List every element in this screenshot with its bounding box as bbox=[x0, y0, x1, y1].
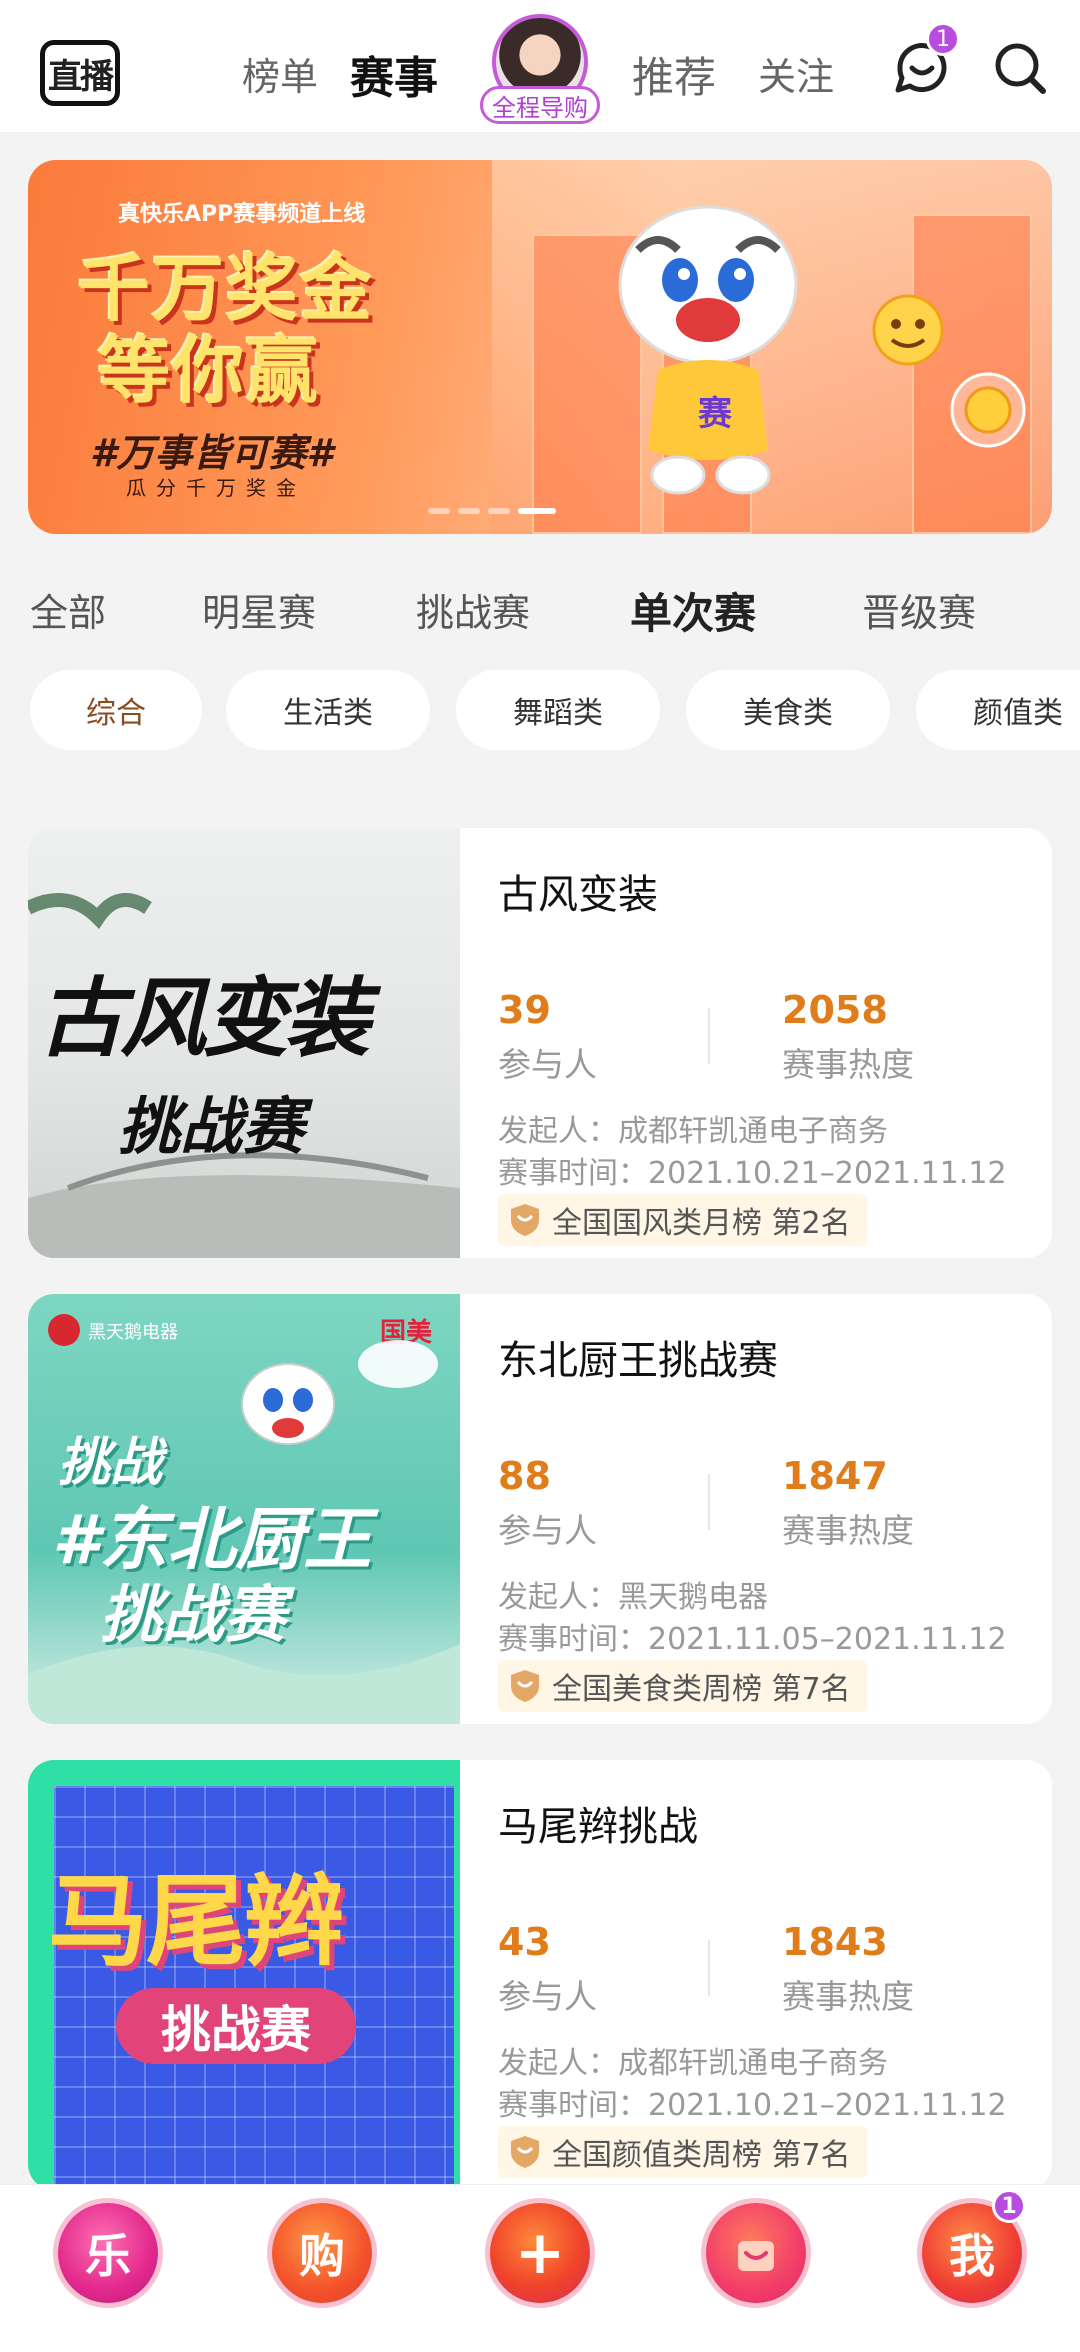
rank-text: 全国美食类周榜 第7名 bbox=[552, 1672, 851, 1707]
logo-text: 直播 bbox=[48, 56, 114, 97]
heat-count: 2058 bbox=[782, 988, 888, 1032]
cart-icon bbox=[738, 2241, 774, 2271]
me-badge: 1 bbox=[992, 2189, 1026, 2223]
banner-subtitle: 真快乐APP赛事频道上线 bbox=[118, 202, 366, 227]
participants-label: 参与人 bbox=[498, 1977, 597, 2016]
participants-count: 39 bbox=[498, 988, 551, 1032]
nav-add-button[interactable]: + bbox=[490, 2203, 590, 2303]
banner-slogan: #万事皆可赛# bbox=[90, 431, 333, 475]
tiger-mascot-icon: 赛 bbox=[618, 205, 798, 495]
thumb-title: 马尾辫 bbox=[48, 1863, 344, 1980]
contest-time: 赛事时间：2021.11.05–2021.11.12 bbox=[498, 1622, 1007, 1657]
live-logo-button[interactable]: 直播 bbox=[40, 40, 120, 106]
contest-card[interactable]: 黑天鹅电器 国美 挑战 #东北厨王 挑战赛 东北厨王挑战赛 88 参与人 184… bbox=[28, 1294, 1052, 1724]
heat-label: 赛事热度 bbox=[782, 1045, 914, 1084]
shield-icon bbox=[511, 1204, 539, 1236]
chip-looks[interactable]: 颜值类 bbox=[916, 670, 1080, 750]
chip-dance[interactable]: 舞蹈类 bbox=[456, 670, 660, 750]
heat-count: 1843 bbox=[782, 1920, 888, 1964]
contest-title: 东北厨王挑战赛 bbox=[498, 1338, 778, 1384]
contest-title: 古风变装 bbox=[498, 872, 658, 918]
contest-time: 赛事时间：2021.10.21–2021.11.12 bbox=[498, 1156, 1007, 1191]
stat-divider bbox=[708, 1008, 710, 1064]
banner-pagination bbox=[428, 508, 556, 514]
initiator: 发起人：成都轩凯通电子商务 bbox=[498, 2046, 888, 2081]
initiator: 发起人：黑天鹅电器 bbox=[498, 1580, 768, 1615]
rank-badge: 全国国风类月榜 第2名 bbox=[498, 1194, 867, 1246]
contest-thumbnail: 黑天鹅电器 国美 挑战 #东北厨王 挑战赛 bbox=[28, 1294, 460, 1724]
nav-me-button[interactable]: 我 1 bbox=[922, 2189, 1026, 2303]
promo-banner[interactable]: 真快乐APP赛事频道上线 千万奖金 等你赢 #万事皆可赛# 瓜分千万奖金 赛 bbox=[28, 160, 1052, 534]
nav-me-label: 我 bbox=[949, 2229, 995, 2283]
chip-life[interactable]: 生活类 bbox=[226, 670, 430, 750]
search-icon bbox=[995, 43, 1046, 94]
participants-label: 参与人 bbox=[498, 1511, 597, 1550]
nav-le-label: 乐 bbox=[85, 2229, 131, 2283]
rank-badge: 全国美食类周榜 第7名 bbox=[498, 1660, 867, 1712]
thumb-subtitle: 挑战赛 bbox=[118, 1090, 305, 1163]
tab-star-contest[interactable]: 明星赛 bbox=[202, 582, 316, 637]
initiator: 发起人：成都轩凯通电子商务 bbox=[498, 1114, 888, 1149]
chip-general[interactable]: 综合 bbox=[30, 670, 202, 750]
heat-label: 赛事热度 bbox=[782, 1511, 914, 1550]
banner-tagline: 瓜分千万奖金 bbox=[126, 476, 306, 500]
shield-icon bbox=[511, 2136, 539, 2168]
rank-text: 全国国风类月榜 第2名 bbox=[552, 1206, 851, 1241]
tab-single-contest[interactable]: 单次赛 bbox=[630, 580, 756, 641]
message-button[interactable]: 1 bbox=[892, 22, 960, 98]
thumb-title: 古风变装 bbox=[38, 969, 370, 1069]
nav-buy-label: 购 bbox=[299, 2229, 345, 2283]
nav-buy-button[interactable]: 购 bbox=[272, 2203, 372, 2303]
shield-icon bbox=[511, 1670, 539, 1702]
thumb-subtitle: 挑战赛 bbox=[116, 1988, 356, 2064]
tab-promotion-contest[interactable]: 晋级赛 bbox=[862, 582, 976, 637]
coin-bubble-icon bbox=[950, 372, 1026, 448]
thumb-line-3: 挑战赛 bbox=[100, 1578, 287, 1651]
rank-badge: 全国颜值类周榜 第7名 bbox=[498, 2126, 867, 2178]
emoji-ball-icon bbox=[872, 294, 944, 366]
message-badge: 1 bbox=[926, 22, 960, 56]
bottom-nav: 乐 购 + 我 1 bbox=[0, 2184, 1080, 2352]
contest-title: 马尾辫挑战 bbox=[498, 1804, 698, 1850]
tab-rankings[interactable]: 榜单 bbox=[242, 46, 318, 101]
participants-label: 参与人 bbox=[498, 1045, 597, 1084]
tab-recommend[interactable]: 推荐 bbox=[632, 44, 716, 105]
contest-time: 赛事时间：2021.10.21–2021.11.12 bbox=[498, 2088, 1007, 2123]
participants-count: 88 bbox=[498, 1454, 551, 1498]
guide-label: 全程导购 bbox=[480, 86, 600, 124]
banner-headline-2: 等你赢 bbox=[98, 329, 321, 413]
participants-count: 43 bbox=[498, 1920, 551, 1964]
chip-food[interactable]: 美食类 bbox=[686, 670, 890, 750]
tab-follow[interactable]: 关注 bbox=[758, 46, 834, 101]
heat-count: 1847 bbox=[782, 1454, 888, 1498]
plus-icon: + bbox=[514, 2218, 566, 2288]
tab-all[interactable]: 全部 bbox=[30, 582, 106, 637]
nav-le-button[interactable]: 乐 bbox=[58, 2203, 158, 2303]
svg-text:赛: 赛 bbox=[698, 394, 733, 434]
tab-challenge[interactable]: 挑战赛 bbox=[416, 582, 530, 637]
contest-thumbnail: 古风变装 挑战赛 bbox=[28, 828, 460, 1258]
top-bar: 直播 榜单 赛事 全程导购 推荐 关注 1 bbox=[0, 0, 1080, 132]
stat-divider bbox=[708, 1940, 710, 1996]
stat-divider bbox=[708, 1474, 710, 1530]
heat-label: 赛事热度 bbox=[782, 1977, 914, 2016]
rank-text: 全国颜值类周榜 第7名 bbox=[552, 2138, 851, 2173]
tab-events[interactable]: 赛事 bbox=[350, 42, 438, 106]
contest-card[interactable]: 古风变装 挑战赛 古风变装 39 参与人 2058 赛事热度 发起人：成都轩凯通… bbox=[28, 828, 1052, 1258]
shopping-guide-button[interactable]: 全程导购 bbox=[480, 14, 600, 124]
contest-thumbnail: 马尾辫 挑战赛 bbox=[28, 1760, 460, 2190]
nav-cart-button[interactable] bbox=[706, 2203, 806, 2303]
contest-card[interactable]: 马尾辫 挑战赛 马尾辫挑战 43 参与人 1843 赛事热度 发起人：成都轩凯通… bbox=[28, 1760, 1052, 2190]
search-button[interactable] bbox=[990, 38, 1050, 98]
